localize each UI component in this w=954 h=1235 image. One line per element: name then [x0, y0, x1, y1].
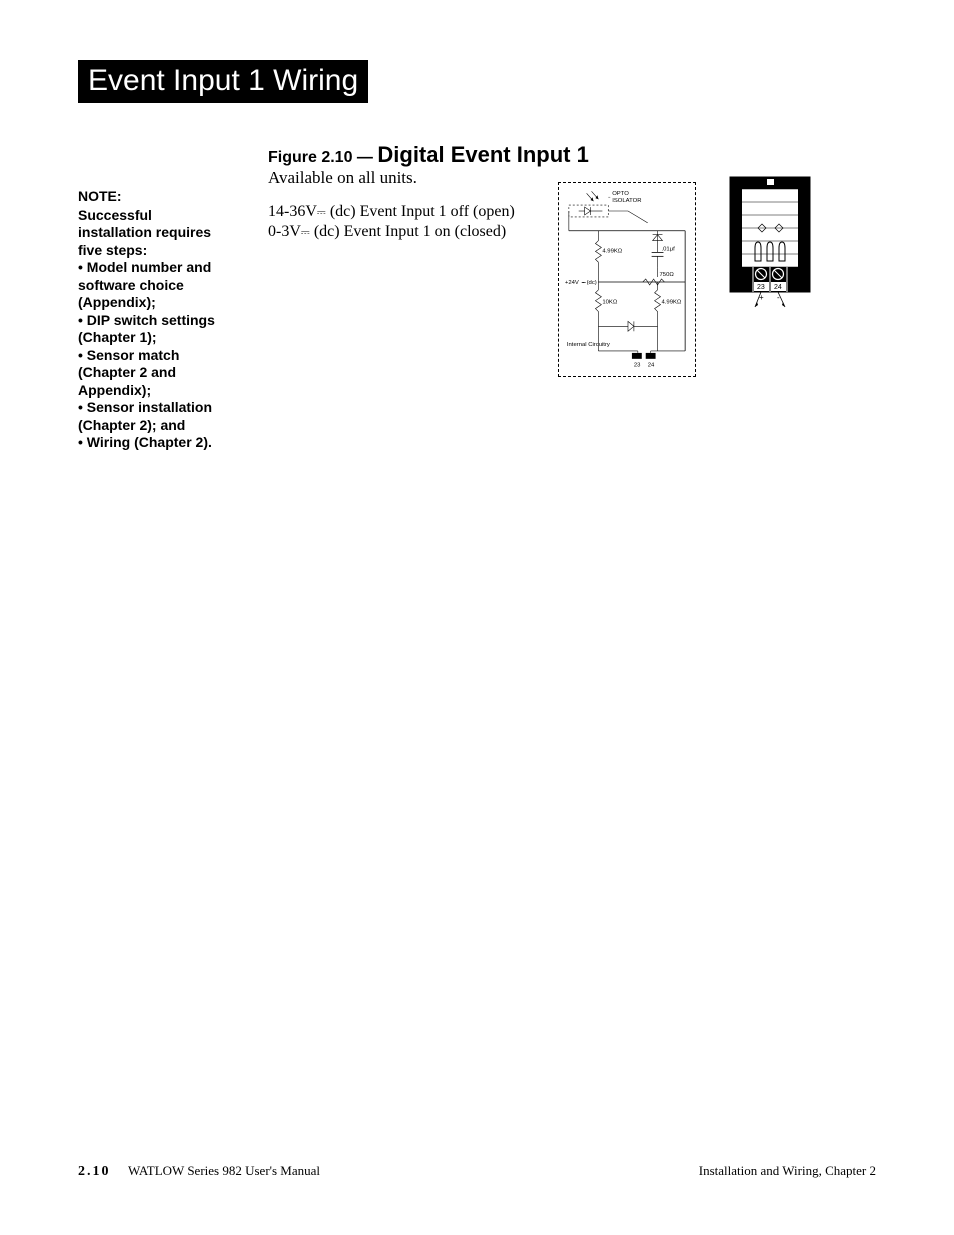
svg-text:OPTO: OPTO	[612, 191, 629, 197]
svg-text:+24V: +24V	[565, 280, 579, 286]
note-title: NOTE:	[78, 188, 228, 206]
svg-text:ISOLATOR: ISOLATOR	[612, 198, 641, 204]
circuit-diagram: OPTO ISOLATOR 4.99KΩ .01μf +24V ⎓ (dc) 7…	[558, 182, 696, 377]
terminal-block-diagram: 23 24 + -	[725, 175, 815, 310]
note-item: • Sensor match (Chapter 2 and Appendix);	[78, 347, 228, 400]
svg-text:(dc): (dc)	[587, 280, 597, 286]
voltage-specs: 14-36V⎓ (dc) Event Input 1 off (open) 0-…	[268, 202, 515, 242]
svg-text:24: 24	[648, 363, 655, 369]
svg-text:4.99KΩ: 4.99KΩ	[661, 300, 681, 306]
figure-heading: Figure 2.10 — Digital Event Input 1	[268, 142, 589, 168]
availability-text: Available on all units.	[268, 168, 417, 188]
note-item: • Sensor installation (Chapter 2); and	[78, 399, 228, 434]
svg-text:.01μf: .01μf	[661, 246, 675, 252]
note-item: • Model number and software choice (Appe…	[78, 259, 228, 312]
svg-text:-: -	[777, 293, 780, 302]
page-footer: 2.10 WATLOW Series 982 User's Manual Ins…	[78, 1163, 876, 1180]
chapter-name: Installation and Wiring, Chapter 2	[699, 1163, 876, 1180]
figure-title: Digital Event Input 1	[377, 142, 588, 167]
manual-name: WATLOW Series 982 User's Manual	[128, 1163, 320, 1178]
voltage-off: 14-36V⎓ (dc) Event Input 1 off (open)	[268, 202, 515, 222]
svg-text:4.99KΩ: 4.99KΩ	[602, 248, 622, 254]
svg-text:⎓: ⎓	[582, 281, 586, 286]
svg-text:23: 23	[757, 284, 765, 291]
note-item: • Wiring (Chapter 2).	[78, 434, 228, 452]
note-block: NOTE: Successful installation requires f…	[78, 188, 228, 452]
svg-text:24: 24	[774, 284, 782, 291]
page-number: 2.10	[78, 1164, 111, 1179]
svg-text:Internal Circuitry: Internal Circuitry	[567, 342, 610, 348]
note-intro: Successful installation requires five st…	[78, 207, 228, 260]
svg-text:10KΩ: 10KΩ	[602, 300, 618, 306]
page-title: Event Input 1 Wiring	[78, 60, 368, 103]
figure-number: Figure 2.10 —	[268, 149, 377, 166]
svg-text:23: 23	[634, 363, 641, 369]
svg-text:750Ω: 750Ω	[660, 272, 675, 278]
footer-left: 2.10 WATLOW Series 982 User's Manual	[78, 1163, 320, 1180]
voltage-on: 0-3V⎓ (dc) Event Input 1 on (closed)	[268, 222, 515, 242]
note-item: • DIP switch settings (Chapter 1);	[78, 312, 228, 347]
